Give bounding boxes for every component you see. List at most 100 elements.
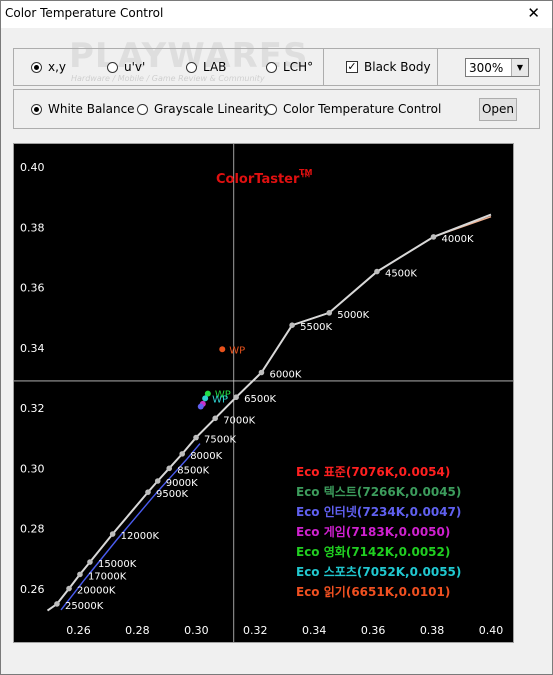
radio-xy-dot <box>31 61 42 73</box>
legend-prefix: Eco <box>296 465 324 479</box>
radio-white-balance-dot <box>31 103 42 115</box>
blackbody-point-label: 17000K <box>88 571 127 582</box>
radio-white-balance[interactable]: White Balance <box>31 102 135 116</box>
radio-lab[interactable]: LAB <box>186 60 226 74</box>
white-point-marker <box>197 403 204 410</box>
legend-prefix: Eco <box>296 545 324 559</box>
blackbody-point <box>109 531 116 537</box>
blackbody-point-label: 8500K <box>177 465 209 476</box>
open-button[interactable]: Open <box>479 98 517 121</box>
blackbody-point <box>430 234 437 240</box>
radio-color-temperature-control-label: Color Temperature Control <box>283 102 442 116</box>
blackbody-point-label: 6500K <box>244 394 276 405</box>
y-tick-label: 0.36 <box>20 282 45 295</box>
y-tick-label: 0.26 <box>20 583 45 596</box>
white-point-label: WP <box>212 394 228 405</box>
radio-lch[interactable]: LCH° <box>266 60 313 74</box>
title-bar: Color Temperature Control ✕ <box>0 0 553 29</box>
x-tick-label: 0.36 <box>361 624 386 637</box>
legend-name: 영화 <box>324 544 346 559</box>
blackbody-point <box>154 478 161 484</box>
legend-entry: Eco 인터넷(7234K,0.0047) <box>296 504 461 519</box>
blackbody-point-label: 9000K <box>166 478 198 489</box>
legend-entry: Eco 영화(7142K,0.0052) <box>296 544 450 559</box>
blackbody-point <box>179 451 185 457</box>
radio-uv-dot <box>107 61 118 73</box>
zoom-dropdown[interactable]: 300% ▼ <box>465 58 529 77</box>
radio-lab-label: LAB <box>203 60 227 74</box>
x-tick-label: 0.32 <box>243 624 268 637</box>
y-tick-label: 0.34 <box>20 342 45 355</box>
blackbody-point <box>193 434 199 441</box>
blackbody-point-label: 15000K <box>98 559 137 570</box>
blackbody-point-label: 4500K <box>385 269 417 280</box>
legend-value: (7234K,0.0047) <box>357 505 462 519</box>
legend-name: 텍스트 <box>324 484 357 499</box>
x-tick-label: 0.38 <box>420 624 445 637</box>
x-tick-label: 0.30 <box>184 624 209 637</box>
zoom-value: 300% <box>469 61 504 75</box>
blackbody-point <box>374 268 380 275</box>
radio-grayscale-linearity-dot <box>137 103 148 115</box>
legend-value: (6651K,0.0101) <box>346 585 451 599</box>
legend-entry: Eco 스포츠(7052K,0.0055) <box>296 565 461 579</box>
blackbody-point-label: 25000K <box>65 601 104 612</box>
legend-prefix: Eco <box>296 585 324 599</box>
blackbody-point <box>233 394 239 401</box>
legend-name: 게임 <box>324 525 346 539</box>
chart-title: ColorTaster™ <box>216 172 312 187</box>
close-icon[interactable]: ✕ <box>527 4 540 22</box>
x-tick-label: 0.34 <box>302 624 327 637</box>
window-title: Color Temperature Control <box>5 6 164 20</box>
blackbody-label: Black Body <box>364 60 431 74</box>
blackbody-point-label: 8000K <box>190 451 222 462</box>
x-tick-label: 0.26 <box>66 624 91 637</box>
blackbody-point-label: 7000K <box>223 415 255 426</box>
legend-entry: Eco 표준(7076K,0.0054) <box>296 465 450 479</box>
white-point-marker <box>219 346 226 353</box>
blackbody-check-icon: ✓ <box>346 60 358 73</box>
chevron-down-icon[interactable]: ▼ <box>511 59 528 76</box>
y-tick-label: 0.28 <box>20 523 45 536</box>
legend-value: (7183K,0.0050) <box>346 525 451 539</box>
radio-color-temperature-control-dot <box>266 103 277 115</box>
blackbody-point-label: 20000K <box>77 586 116 597</box>
radio-xy[interactable]: x,y <box>31 60 66 74</box>
y-tick-label: 0.30 <box>20 462 45 475</box>
blackbody-point <box>166 465 173 472</box>
blackbody-checkbox[interactable]: ✓ Black Body <box>346 60 431 74</box>
legend-prefix: Eco <box>296 505 324 519</box>
trademark-mark: TM <box>299 168 312 177</box>
blackbody-point-label: 9500K <box>156 489 188 500</box>
blackbody-point-label: 5000K <box>337 310 369 321</box>
blackbody-point-label: 5500K <box>300 322 332 333</box>
radio-uv-label: u'v' <box>124 60 146 74</box>
chromaticity-chart: 0.26 0.28 0.30 0.32 0.34 0.36 0.38 0.40 0.40 0.38… <box>14 144 513 642</box>
y-tick-label: 0.38 <box>20 221 45 234</box>
radio-lch-label: LCH° <box>283 60 314 74</box>
radio-grayscale-linearity[interactable]: Grayscale Linearity <box>137 102 270 116</box>
white-point-marker <box>202 395 209 402</box>
blackbody-point <box>289 322 295 328</box>
blackbody-point <box>145 489 151 495</box>
x-tick-label: 0.40 <box>479 624 504 637</box>
legend-name: 스포츠 <box>324 565 357 579</box>
blackbody-point <box>212 415 218 422</box>
blackbody-point <box>77 571 83 578</box>
blackbody-point-label: 7500K <box>204 435 236 446</box>
legend-prefix: Eco <box>296 565 324 579</box>
blackbody-point-label: 4000K <box>442 234 474 245</box>
blackbody-point <box>326 310 333 316</box>
legend-value: (7076K,0.0054) <box>346 465 451 479</box>
blackbody-point <box>87 559 93 565</box>
legend-entry: Eco 게임(7183K,0.0050) <box>296 525 450 539</box>
legend-name: 표준 <box>324 465 346 479</box>
legend-value: (7266K,0.0045) <box>357 485 462 499</box>
legend-prefix: Eco <box>296 525 324 539</box>
radio-uv[interactable]: u'v' <box>107 60 145 74</box>
legend-entry: Eco 읽기(6651K,0.0101) <box>296 584 450 599</box>
radio-color-temperature-control[interactable]: Color Temperature Control <box>266 102 441 116</box>
x-tick-label: 0.28 <box>125 624 150 637</box>
legend-value: (7142K,0.0052) <box>346 545 451 559</box>
chart-frame: 0.26 0.28 0.30 0.32 0.34 0.36 0.38 0.40 0.40 0.38… <box>13 143 514 643</box>
